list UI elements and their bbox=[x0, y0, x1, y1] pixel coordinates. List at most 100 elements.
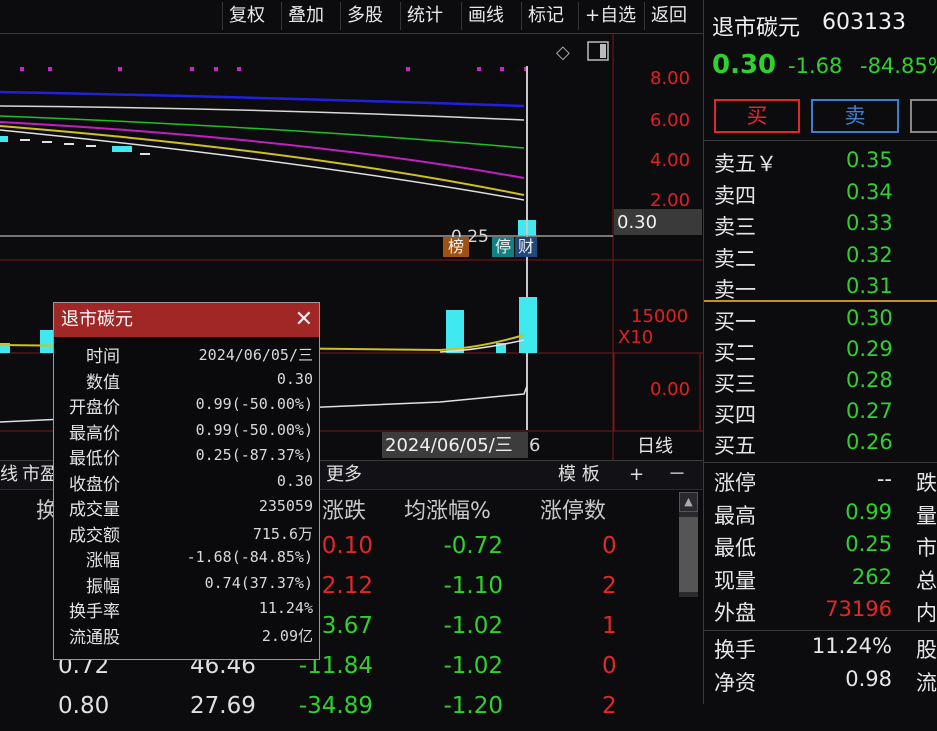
popup-row-label: 开盘价 bbox=[69, 398, 120, 418]
marker-rank-badge[interactable]: 榜 bbox=[443, 237, 469, 257]
popup-row: 涨幅 -1.68(-84.85%) bbox=[54, 546, 319, 571]
popup-row: 最低价 0.25(-87.37%) bbox=[54, 444, 319, 469]
popup-row: 数值 0.30 bbox=[54, 368, 319, 393]
current-price: 0.30 bbox=[712, 50, 777, 80]
quote-panel: 退市碳元 603133 0.30 -1.68 -84.85% 买 卖 卖五￥ 0.… bbox=[703, 0, 937, 704]
popup-row: 流通股 2.09亿 bbox=[54, 623, 319, 648]
stat-label-cut: 量 bbox=[916, 503, 937, 528]
bid-level-price[interactable]: 0.28 bbox=[846, 368, 893, 392]
popup-row-value: 0.30 bbox=[276, 369, 313, 388]
popup-row-label: 收盘价 bbox=[69, 474, 120, 495]
toolbar-fuquan-button[interactable]: 复权 bbox=[222, 2, 271, 30]
bid-level-price[interactable]: 0.26 bbox=[846, 430, 893, 454]
template-button[interactable]: 模 板 bbox=[558, 461, 600, 489]
popup-row-value: 235059 bbox=[258, 497, 313, 515]
remove-tab-button[interactable]: － bbox=[668, 461, 686, 489]
ask-level-label: 卖五￥ bbox=[714, 152, 777, 176]
popup-row: 时间 2024/06/05/三 bbox=[54, 342, 319, 367]
toolbar-overlay-button[interactable]: 叠加 bbox=[281, 2, 330, 30]
col-header[interactable]: 均涨幅% bbox=[404, 493, 491, 525]
ask-level-price[interactable]: 0.35 bbox=[846, 148, 893, 172]
table-cell: 0.80 bbox=[58, 693, 110, 719]
bid-level-label: 买五 bbox=[714, 434, 756, 458]
toolbar-stats-button[interactable]: 统计 bbox=[400, 2, 449, 30]
period-label[interactable]: 日线 bbox=[637, 436, 673, 457]
scroll-up-icon[interactable]: ▲ bbox=[679, 492, 698, 512]
price-axis-tick: 8.00 bbox=[650, 68, 690, 89]
popup-row: 成交额 715.6万 bbox=[54, 521, 319, 546]
marker-finance-badge[interactable]: 财 bbox=[515, 237, 537, 257]
stock-name: 退市碳元 bbox=[712, 16, 801, 41]
indicator-axis-tick: 0.00 bbox=[650, 379, 690, 400]
ask-level-label: 卖二 bbox=[714, 246, 756, 271]
table-cell-limit-up: 0 bbox=[602, 533, 617, 559]
marker-suspend-badge[interactable]: 停 bbox=[492, 237, 514, 257]
table-cell-limit-up: 0 bbox=[602, 653, 617, 679]
toolbar-draw-button[interactable]: 画线 bbox=[461, 2, 510, 30]
popup-row-label: 振幅 bbox=[86, 576, 120, 597]
col-header[interactable]: 涨跌 bbox=[322, 493, 366, 525]
volume-axis-tick: 15000 bbox=[631, 306, 688, 327]
ask-level-label: 卖四 bbox=[714, 183, 756, 208]
popup-row-label: 成交额 bbox=[69, 525, 120, 546]
stat-label: 现量 bbox=[714, 568, 756, 593]
ma-line-white bbox=[0, 105, 525, 121]
toolbar-mark-button[interactable]: 标记 bbox=[521, 2, 570, 30]
bid-level-price[interactable]: 0.30 bbox=[846, 306, 893, 330]
buy-button[interactable]: 买 bbox=[714, 99, 800, 133]
popup-header: 退市碳元 ✕ bbox=[54, 303, 319, 337]
table-cell: 27.69 bbox=[190, 693, 256, 719]
add-tab-button[interactable]: + bbox=[629, 461, 644, 489]
table-cell-limit-up: 1 bbox=[602, 613, 617, 639]
signal-dots bbox=[20, 67, 528, 71]
ma-line-blue bbox=[0, 90, 525, 108]
popup-row: 成交量 235059 bbox=[54, 495, 319, 520]
stock-code: 603133 bbox=[822, 10, 906, 35]
popup-row-value: 0.30 bbox=[276, 471, 313, 490]
popup-row-value: 0.99(-50.00%) bbox=[195, 395, 313, 413]
popup-row-value: 0.74(37.37%) bbox=[204, 573, 313, 592]
stat-value: 262 bbox=[851, 564, 892, 589]
bid-level-label: 买三 bbox=[714, 372, 756, 396]
table-cell-limit-up: 2 bbox=[602, 573, 617, 599]
popup-row-value: 2.09亿 bbox=[261, 626, 313, 645]
tab-more[interactable]: 更多 bbox=[326, 461, 362, 489]
table-row[interactable]: 0.80 27.69 -34.89 -1.20 2 bbox=[0, 693, 703, 731]
toolbar-multi-stock-button[interactable]: 多股 bbox=[340, 2, 389, 30]
popup-row-label: 成交量 bbox=[69, 500, 120, 520]
popup-row: 振幅 0.74(37.37%) bbox=[54, 572, 319, 597]
price-axis-tick: 2.00 bbox=[650, 190, 690, 211]
stat-value: 73196 bbox=[825, 597, 892, 621]
col-header[interactable]: 涨停数 bbox=[540, 493, 606, 525]
ask-level-price[interactable]: 0.34 bbox=[846, 180, 893, 204]
orderbook-divider bbox=[704, 300, 937, 302]
close-icon[interactable]: ✕ bbox=[295, 303, 313, 337]
toolbar-back-button[interactable]: 返回 bbox=[644, 2, 693, 30]
stat-label: 净资 bbox=[714, 671, 756, 695]
ask-level-price[interactable]: 0.33 bbox=[846, 211, 893, 235]
popup-row: 收盘价 0.30 bbox=[54, 470, 319, 495]
table-cell-avg-pct: -1.20 bbox=[443, 693, 503, 719]
bid-level-price[interactable]: 0.29 bbox=[846, 337, 893, 361]
table-cell-limit-up: 2 bbox=[602, 693, 617, 719]
last-price-tag: 0.30 bbox=[617, 212, 657, 233]
bar-info-popup: 退市碳元 ✕ 时间 2024/06/05/三 数值 0.30 开盘价 0.99(-50.0… bbox=[53, 302, 320, 660]
bid-level-label: 买四 bbox=[714, 403, 756, 427]
diamond-icon[interactable]: ◇ bbox=[556, 42, 570, 63]
popup-row: 换手率 11.24% bbox=[54, 597, 319, 622]
popup-row-label: 涨幅 bbox=[86, 551, 120, 571]
ask-level-price[interactable]: 0.31 bbox=[846, 274, 893, 298]
ask-level-price[interactable]: 0.32 bbox=[846, 243, 893, 267]
table-cell-change: 2.12 bbox=[321, 573, 373, 599]
more-trade-button[interactable] bbox=[910, 99, 937, 133]
ma-line-magenta bbox=[0, 121, 525, 179]
stat-label: 最低 bbox=[714, 536, 756, 560]
table-cell-avg-pct: -1.02 bbox=[443, 613, 503, 639]
bid-level-price[interactable]: 0.27 bbox=[846, 399, 893, 423]
toolbar-add-favorite-button[interactable]: +自选 bbox=[578, 2, 642, 30]
tab-line[interactable]: 线 bbox=[0, 461, 18, 489]
popup-row-value: 715.6万 bbox=[252, 524, 313, 543]
table-cell-avg-pct: -0.72 bbox=[443, 533, 503, 559]
sell-button[interactable]: 卖 bbox=[811, 99, 899, 133]
bid-level-label: 买一 bbox=[714, 310, 756, 334]
